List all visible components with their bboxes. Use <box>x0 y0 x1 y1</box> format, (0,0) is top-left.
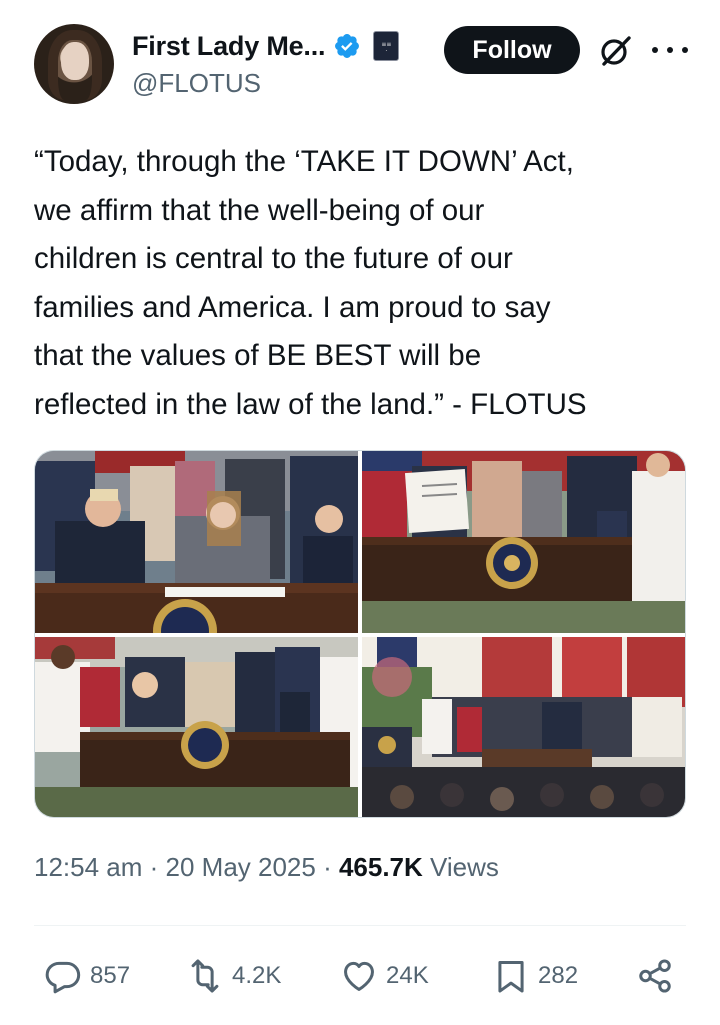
repost-button[interactable]: 4.2K <box>186 950 281 1002</box>
avatar-face-shape <box>61 42 89 80</box>
views-label: Views <box>422 852 499 882</box>
repost-icon <box>191 959 219 993</box>
tweet-meta: 12:54 am · 20 May 2025 · 465.7K Views <box>34 852 499 883</box>
grok-icon[interactable] <box>599 34 633 68</box>
bill-signing-photo-3[interactable] <box>35 637 358 817</box>
bookmark-icon <box>498 961 524 993</box>
like-count: 24K <box>386 962 429 989</box>
author-display-name[interactable]: First Lady Me... <box>132 31 326 62</box>
bill-signing-photo-1[interactable] <box>35 451 358 633</box>
bookmark-button[interactable]: 282 <box>492 950 578 1002</box>
tweet-line: families and America. I am proud to say <box>34 290 551 324</box>
dot-shape <box>652 47 658 53</box>
tweet-line: “Today, through the ‘TAKE IT DOWN’ Act, <box>34 145 574 178</box>
tweet-line: we affirm that the well-being of our <box>34 193 485 227</box>
media-grid <box>34 450 686 818</box>
bill-signing-photo-2[interactable] <box>362 451 685 633</box>
share-icon <box>639 959 671 993</box>
tweet-date[interactable]: 20 May 2025 <box>166 852 316 882</box>
verified-badge-icon[interactable] <box>333 32 361 60</box>
reply-count: 857 <box>90 962 131 989</box>
dot-shape <box>667 47 673 53</box>
bill-signing-photo-4[interactable] <box>362 637 685 817</box>
tweet-text: “Today, through the ‘TAKE IT DOWN’ Act, … <box>34 138 694 429</box>
follow-button[interactable]: Follow <box>444 26 580 74</box>
heart-icon <box>344 961 374 991</box>
meta-separator: · <box>142 852 166 882</box>
like-button[interactable]: 24K <box>340 950 429 1002</box>
repost-count: 4.2K <box>232 962 282 989</box>
share-button[interactable] <box>636 950 682 1002</box>
tweet-line: children is central to the future of our <box>34 242 513 275</box>
meta-separator: · <box>315 852 339 882</box>
author-handle[interactable]: @FLOTUS <box>132 68 261 99</box>
author-name-row: First Lady Me... ≡≡ · <box>132 28 400 64</box>
white-house-badge-icon[interactable]: ≡≡ · <box>373 31 400 61</box>
tweet-line: that the values of BE BEST will be <box>34 339 482 372</box>
tweet-time[interactable]: 12:54 am <box>34 852 142 882</box>
views-count: 465.7K <box>338 852 423 882</box>
action-bar: 857 4.2K 24K 282 <box>34 950 686 1002</box>
dot-shape <box>682 47 688 53</box>
tweet-header: First Lady Me... ≡≡ · @FLOTUS Follow <box>34 24 688 108</box>
more-options-icon[interactable] <box>652 36 688 64</box>
tweet-line: reflected in the law of the land.” - FLO… <box>34 387 587 421</box>
reply-button[interactable]: 857 <box>44 950 130 1002</box>
divider <box>34 925 686 926</box>
avatar[interactable] <box>34 24 114 104</box>
reply-icon <box>45 961 81 994</box>
bookmark-count: 282 <box>538 962 579 989</box>
